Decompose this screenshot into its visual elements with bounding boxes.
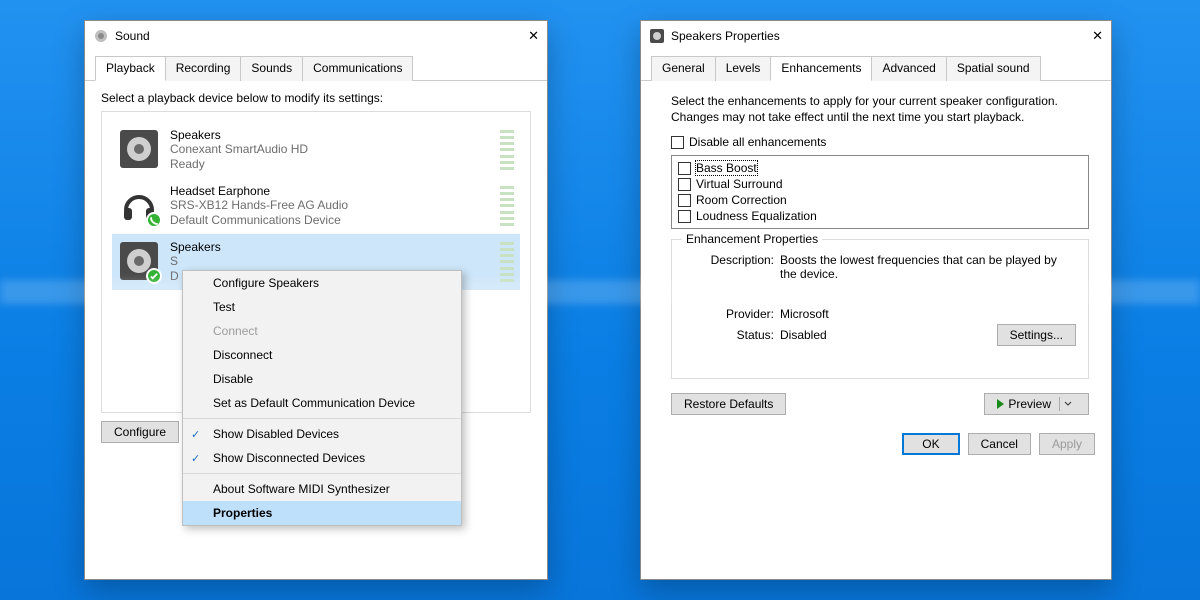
tab-recording[interactable]: Recording bbox=[165, 56, 242, 81]
device-driver: Conexant SmartAudio HD bbox=[170, 142, 308, 157]
apply-button[interactable]: Apply bbox=[1039, 433, 1095, 455]
tab-levels[interactable]: Levels bbox=[715, 56, 772, 81]
device-driver: SRS-XB12 Hands-Free AG Audio bbox=[170, 198, 348, 213]
enh-label: Bass Boost bbox=[696, 161, 757, 175]
device-name: Speakers bbox=[170, 128, 308, 142]
tab-communications[interactable]: Communications bbox=[302, 56, 413, 81]
enhancements-pane: Select the enhancements to apply for you… bbox=[641, 81, 1111, 423]
enhancement-properties-group: Enhancement Properties Description: Boos… bbox=[671, 239, 1089, 379]
default-comm-badge-icon bbox=[146, 212, 162, 228]
device-driver: S bbox=[170, 254, 221, 269]
tab-spatial-sound[interactable]: Spatial sound bbox=[946, 56, 1041, 81]
ctx-about-midi[interactable]: About Software MIDI Synthesizer bbox=[183, 477, 461, 501]
ctx-disable[interactable]: Disable bbox=[183, 367, 461, 391]
disable-all-row[interactable]: Disable all enhancements bbox=[671, 135, 1089, 149]
device-status: Ready bbox=[170, 157, 308, 172]
speakers-properties-dialog: Speakers Properties ✕ General Levels Enh… bbox=[640, 20, 1112, 580]
status-row: Status: Disabled Settings... bbox=[684, 324, 1076, 346]
preview-label: Preview bbox=[1008, 397, 1051, 411]
props-dialog-buttons: OK Cancel Apply bbox=[641, 423, 1111, 469]
props-title: Speakers Properties bbox=[671, 29, 1073, 43]
checkmark-icon: ✓ bbox=[191, 428, 200, 441]
ctx-label: Show Disabled Devices bbox=[213, 427, 339, 441]
ok-button[interactable]: OK bbox=[902, 433, 959, 455]
tab-advanced[interactable]: Advanced bbox=[871, 56, 946, 81]
level-meter-icon bbox=[500, 130, 514, 170]
enh-virtual-surround[interactable]: Virtual Surround bbox=[678, 176, 1082, 192]
enh-checkbox[interactable] bbox=[678, 210, 691, 223]
tab-enhancements[interactable]: Enhancements bbox=[770, 56, 872, 81]
status-value: Disabled bbox=[780, 328, 997, 342]
enh-checkbox[interactable] bbox=[678, 162, 691, 175]
device-row[interactable]: Speakers Conexant SmartAudio HD Ready bbox=[112, 122, 520, 178]
ctx-test[interactable]: Test bbox=[183, 295, 461, 319]
checkmark-icon: ✓ bbox=[191, 452, 200, 465]
enh-label: Room Correction bbox=[696, 193, 787, 207]
restore-defaults-button[interactable]: Restore Defaults bbox=[671, 393, 786, 415]
enh-bottom-row: Restore Defaults Preview bbox=[671, 393, 1089, 415]
ctx-disconnect[interactable]: Disconnect bbox=[183, 343, 461, 367]
sound-title: Sound bbox=[115, 29, 509, 43]
disable-all-checkbox[interactable] bbox=[671, 136, 684, 149]
description-label: Description: bbox=[684, 253, 780, 281]
close-icon[interactable]: ✕ bbox=[509, 28, 539, 44]
sound-tabstrip: Playback Recording Sounds Communications bbox=[85, 51, 547, 81]
enh-label: Virtual Surround bbox=[696, 177, 783, 191]
device-row[interactable]: Headset Earphone SRS-XB12 Hands-Free AG … bbox=[112, 178, 520, 234]
playback-instruction: Select a playback device below to modify… bbox=[101, 91, 531, 105]
description-value: Boosts the lowest frequencies that can b… bbox=[780, 253, 1076, 281]
enh-settings-button[interactable]: Settings... bbox=[997, 324, 1076, 346]
enh-loudness-eq[interactable]: Loudness Equalization bbox=[678, 208, 1082, 224]
enhancements-list[interactable]: Bass Boost Virtual Surround Room Correct… bbox=[671, 155, 1089, 229]
ctx-configure-speakers[interactable]: Configure Speakers bbox=[183, 271, 461, 295]
preview-button[interactable]: Preview bbox=[984, 393, 1089, 415]
description-row: Description: Boosts the lowest frequenci… bbox=[684, 253, 1076, 281]
default-device-badge-icon bbox=[146, 268, 162, 284]
configure-button[interactable]: Configure bbox=[101, 421, 179, 443]
device-text: Speakers Conexant SmartAudio HD Ready bbox=[170, 128, 308, 172]
speaker-title-icon bbox=[649, 28, 665, 44]
ctx-show-disconnected[interactable]: ✓ Show Disconnected Devices bbox=[183, 446, 461, 470]
enh-instruction: Select the enhancements to apply for you… bbox=[671, 93, 1089, 125]
headset-icon bbox=[118, 184, 160, 226]
ctx-properties[interactable]: Properties bbox=[183, 501, 461, 525]
tab-general[interactable]: General bbox=[651, 56, 716, 81]
ctx-set-default-comm[interactable]: Set as Default Communication Device bbox=[183, 391, 461, 415]
disable-all-label: Disable all enhancements bbox=[689, 135, 826, 149]
speaker-icon bbox=[118, 240, 160, 282]
enh-room-correction[interactable]: Room Correction bbox=[678, 192, 1082, 208]
status-label: Status: bbox=[684, 328, 780, 342]
tab-playback[interactable]: Playback bbox=[95, 56, 166, 81]
provider-label: Provider: bbox=[684, 307, 780, 321]
provider-row: Provider: Microsoft bbox=[684, 307, 1076, 321]
device-context-menu: Configure Speakers Test Connect Disconne… bbox=[182, 270, 462, 526]
sound-titlebar[interactable]: Sound ✕ bbox=[85, 21, 547, 51]
enh-checkbox[interactable] bbox=[678, 194, 691, 207]
enh-label: Loudness Equalization bbox=[696, 209, 817, 223]
provider-value: Microsoft bbox=[780, 307, 829, 321]
level-meter-icon bbox=[500, 186, 514, 226]
level-meter-icon bbox=[500, 242, 514, 282]
cancel-button[interactable]: Cancel bbox=[968, 433, 1031, 455]
speaker-icon bbox=[118, 128, 160, 170]
device-name: Speakers bbox=[170, 240, 221, 254]
device-name: Headset Earphone bbox=[170, 184, 348, 198]
play-icon bbox=[997, 399, 1004, 409]
enh-checkbox[interactable] bbox=[678, 178, 691, 191]
close-icon[interactable]: ✕ bbox=[1073, 28, 1103, 44]
enh-bass-boost[interactable]: Bass Boost bbox=[678, 160, 1082, 176]
ctx-separator bbox=[183, 473, 461, 474]
preview-dropdown-arrow[interactable] bbox=[1059, 397, 1076, 411]
ctx-separator bbox=[183, 418, 461, 419]
device-text: Headset Earphone SRS-XB12 Hands-Free AG … bbox=[170, 184, 348, 228]
sound-title-icon bbox=[93, 28, 109, 44]
ctx-connect: Connect bbox=[183, 319, 461, 343]
props-titlebar[interactable]: Speakers Properties ✕ bbox=[641, 21, 1111, 51]
props-tabstrip: General Levels Enhancements Advanced Spa… bbox=[641, 51, 1111, 81]
group-legend: Enhancement Properties bbox=[682, 232, 822, 246]
tab-sounds[interactable]: Sounds bbox=[240, 56, 303, 81]
ctx-show-disabled[interactable]: ✓ Show Disabled Devices bbox=[183, 422, 461, 446]
device-status: Default Communications Device bbox=[170, 213, 348, 228]
ctx-label: Show Disconnected Devices bbox=[213, 451, 365, 465]
